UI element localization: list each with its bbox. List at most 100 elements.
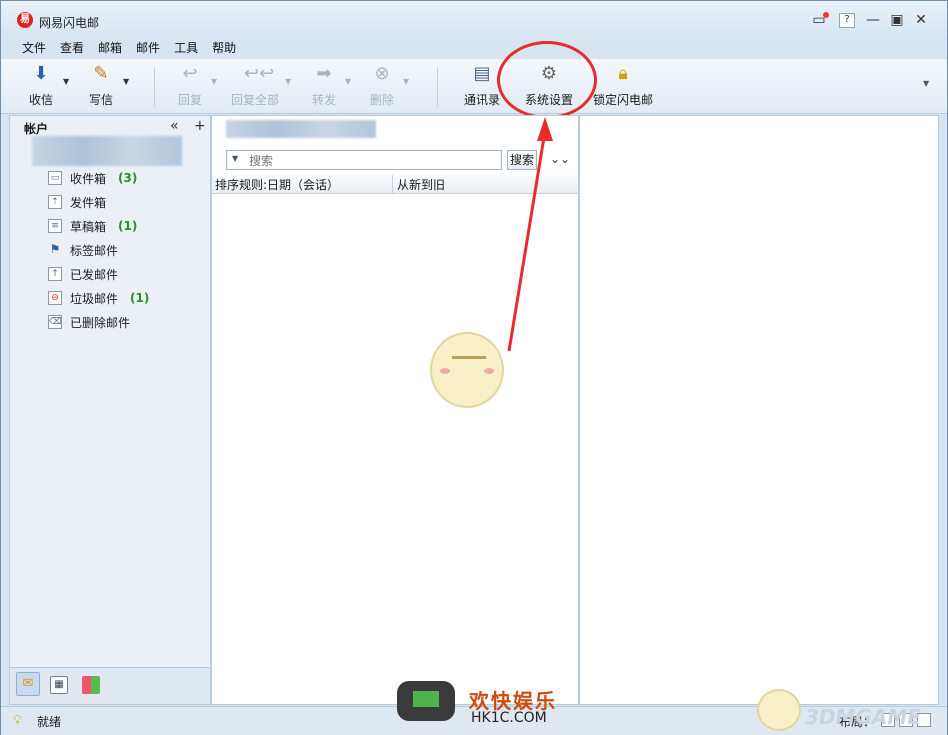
compose-button[interactable]: ✎ 写信 ▼ bbox=[79, 63, 129, 109]
lightbulb-icon: 💡︎ bbox=[13, 713, 23, 728]
reply-label: 回复 bbox=[177, 93, 202, 107]
folder-trash[interactable]: ⌫ 已删除邮件 bbox=[48, 312, 130, 332]
status-text: 就绪 bbox=[37, 715, 62, 729]
reply-all-button[interactable]: ↩↩ 回复全部 ▼ bbox=[227, 63, 291, 109]
menu-bar: 文件 查看 邮箱 邮件 工具 帮助 bbox=[21, 37, 237, 57]
chevron-down-icon[interactable]: ▼ bbox=[211, 77, 217, 86]
folder-spam[interactable]: ⊖ 垃圾邮件 (1) bbox=[48, 288, 149, 308]
chevron-down-icon[interactable]: ▼ bbox=[285, 77, 291, 86]
account-name-redacted[interactable] bbox=[32, 136, 182, 166]
toolbar-overflow-icon[interactable]: ▼ bbox=[923, 79, 929, 88]
close-button[interactable]: ✕ bbox=[911, 11, 931, 29]
chevron-down-icon[interactable]: ▼ bbox=[403, 77, 409, 86]
menu-view[interactable]: 查看 bbox=[59, 37, 85, 57]
chevron-down-icon[interactable]: ▼ bbox=[63, 77, 69, 86]
menu-tools[interactable]: 工具 bbox=[173, 37, 199, 57]
notification-dot bbox=[823, 12, 829, 18]
mail-view-icon[interactable]: ✉ bbox=[16, 672, 40, 696]
sort-divider bbox=[392, 175, 393, 193]
app-title: 网易闪电邮 bbox=[39, 16, 100, 30]
menu-mailbox[interactable]: 邮箱 bbox=[97, 37, 123, 57]
reply-all-label: 回复全部 bbox=[230, 93, 279, 107]
forward-button[interactable]: ➡ 转发 ▼ bbox=[305, 63, 351, 109]
reply-icon: ↩ bbox=[182, 63, 198, 84]
watermark-logo: 3DMGAME bbox=[805, 705, 921, 729]
folder-label: 收件箱 bbox=[70, 171, 107, 186]
mascot-blush bbox=[484, 368, 494, 374]
spam-icon: ⊖ bbox=[48, 291, 62, 305]
reply-button[interactable]: ↩ 回复 ▼ bbox=[169, 63, 217, 109]
flag-icon: ⚑ bbox=[49, 242, 61, 256]
add-account-icon[interactable]: + bbox=[194, 118, 206, 134]
menu-file[interactable]: 文件 bbox=[21, 37, 47, 57]
drafts-icon: ≡ bbox=[48, 219, 62, 233]
folder-title-redacted bbox=[226, 120, 376, 138]
folder-label: 已删除邮件 bbox=[70, 315, 131, 330]
toolbar: ⬇ 收信 ▼ ✎ 写信 ▼ ↩ 回复 ▼ ↩↩ 回复全部 ▼ ➡ 转发 ▼ ⊗ … bbox=[1, 59, 947, 114]
annotation-arrow bbox=[507, 117, 553, 352]
compose-icon: ✎ bbox=[93, 63, 109, 84]
toolbar-divider bbox=[154, 67, 155, 107]
folder-sent[interactable]: ↑ 已发邮件 bbox=[48, 264, 118, 284]
empty-state-mascot bbox=[430, 332, 504, 408]
menu-mail[interactable]: 邮件 bbox=[135, 37, 161, 57]
forward-icon: ➡ bbox=[316, 63, 332, 84]
apps-icon[interactable] bbox=[82, 676, 100, 694]
inbox-icon: ▭ bbox=[48, 171, 62, 185]
search-field[interactable]: ▼ bbox=[226, 150, 502, 170]
minimize-button[interactable]: — bbox=[863, 11, 883, 29]
folder-label: 垃圾邮件 bbox=[70, 291, 119, 306]
menu-help[interactable]: 帮助 bbox=[211, 37, 237, 57]
chevron-down-icon[interactable]: ▼ bbox=[123, 77, 129, 86]
folder-drafts[interactable]: ≡ 草稿箱 (1) bbox=[48, 216, 137, 236]
app-window: 易 网易闪电邮 ▭ ? — ▣ ✕ 文件 查看 邮箱 邮件 工具 帮助 ⬇ 收信… bbox=[0, 0, 948, 735]
receive-button[interactable]: ⬇ 收信 ▼ bbox=[21, 63, 69, 109]
trash-icon: ⌫ bbox=[48, 315, 62, 329]
title-bar: 易 网易闪电邮 ▭ ? — ▣ ✕ bbox=[1, 1, 947, 35]
search-scope-chevron-icon[interactable]: ▼ bbox=[232, 154, 238, 163]
calendar-icon[interactable]: ▦ bbox=[50, 676, 68, 694]
sidebar-switcher: ✉ ▦ bbox=[10, 667, 210, 704]
contacts-label: 通讯录 bbox=[463, 93, 500, 107]
account-sidebar: 帐户 « + ▭ 收件箱 (3) ⇡ 发件箱 ≡ 草稿箱 (1) ⚑ 标签邮件 ↑ … bbox=[9, 115, 211, 705]
collapse-icon[interactable]: « bbox=[170, 118, 179, 134]
mascot-eyes bbox=[452, 356, 486, 359]
delete-button[interactable]: ⊗ 删除 ▼ bbox=[363, 63, 409, 109]
reply-all-icon: ↩↩ bbox=[244, 63, 275, 84]
lock-icon: 🔒︎ bbox=[618, 63, 628, 84]
toolbar-divider bbox=[437, 67, 438, 107]
lock-button[interactable]: 🔒︎ 锁定闪电邮 bbox=[593, 63, 653, 109]
forward-label: 转发 bbox=[311, 93, 336, 107]
watermark-site: HK1C.COM bbox=[471, 710, 547, 726]
download-icon: ⬇ bbox=[33, 63, 49, 84]
watermark-screen bbox=[413, 691, 439, 707]
folder-label: 已发邮件 bbox=[70, 267, 119, 282]
folder-label: 标签邮件 bbox=[70, 243, 119, 258]
unread-count: (1) bbox=[130, 291, 150, 305]
folder-flagged[interactable]: ⚑ 标签邮件 bbox=[48, 240, 118, 260]
maximize-button[interactable]: ▣ bbox=[887, 11, 907, 29]
search-input[interactable] bbox=[247, 153, 491, 169]
reading-pane bbox=[579, 115, 939, 705]
sent-icon: ↑ bbox=[48, 267, 62, 281]
outbox-icon: ⇡ bbox=[48, 195, 62, 209]
watermark-mascot bbox=[757, 689, 801, 731]
folder-outbox[interactable]: ⇡ 发件箱 bbox=[48, 192, 106, 212]
highlight-circle bbox=[497, 41, 597, 119]
folder-label: 草稿箱 bbox=[70, 219, 107, 234]
delete-icon: ⊗ bbox=[374, 63, 390, 84]
lock-label: 锁定闪电邮 bbox=[593, 93, 654, 107]
delete-label: 删除 bbox=[369, 93, 394, 107]
address-book-icon: ▤ bbox=[473, 63, 491, 84]
chevron-down-icon[interactable]: ▼ bbox=[345, 77, 351, 86]
mascot-blush bbox=[440, 368, 450, 374]
receive-label: 收信 bbox=[28, 93, 53, 107]
watermark-gamepad-icon bbox=[397, 681, 455, 721]
sort-order[interactable]: 从新到旧 bbox=[397, 176, 445, 193]
account-header: 帐户 bbox=[24, 122, 49, 136]
sort-rule[interactable]: 排序规则:日期（会话） bbox=[215, 176, 339, 193]
unread-count: (1) bbox=[118, 219, 138, 233]
unread-count: (3) bbox=[118, 171, 138, 185]
folder-inbox[interactable]: ▭ 收件箱 (3) bbox=[48, 168, 137, 188]
help-icon[interactable]: ? bbox=[839, 13, 855, 28]
